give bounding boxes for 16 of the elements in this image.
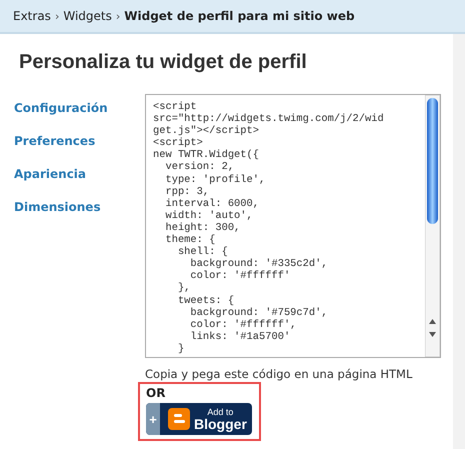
sidebar-link[interactable]: Configuración: [14, 99, 145, 118]
breadcrumb-separator: ›: [54, 10, 60, 22]
page-title: Personaliza tu widget de perfil: [19, 51, 308, 74]
blogger-logo-icon: [168, 408, 190, 430]
instruction-text: Copia y pega este código en una página HTML: [145, 367, 414, 381]
sidebar-link[interactable]: Dimensiones: [14, 198, 145, 217]
code-field[interactable]: <script src="http://widgets.twimg.com/j/2/wid get.js"></script> <script> new TWTR.Widget({ version: 2, type: 'profile', rpp: 3, interval: 6000, width: 'auto', height: 300, theme: { shell: { background: '#335c2d', color: '#ffffff' }, tweets: { background: '#759c7d', color: '#ffffff', links: '#1a5700' }: [145, 94, 441, 358]
breadcrumb-item[interactable]: Widgets: [63, 9, 112, 23]
breadcrumb-item[interactable]: Extras: [13, 9, 51, 23]
breadcrumb-separator: ›: [116, 10, 120, 22]
sidebar-link[interactable]: Apariencia: [14, 165, 145, 184]
scrollbar-icon[interactable]: [425, 95, 440, 357]
or-label: OR: [146, 386, 166, 400]
breadcrumb-item[interactable]: Widget de perfil para mi sitio web: [124, 9, 355, 23]
sidebar-link[interactable]: Preferences: [14, 132, 145, 151]
add-to-blogger-button[interactable]: + Add to Blogger: [146, 403, 252, 435]
